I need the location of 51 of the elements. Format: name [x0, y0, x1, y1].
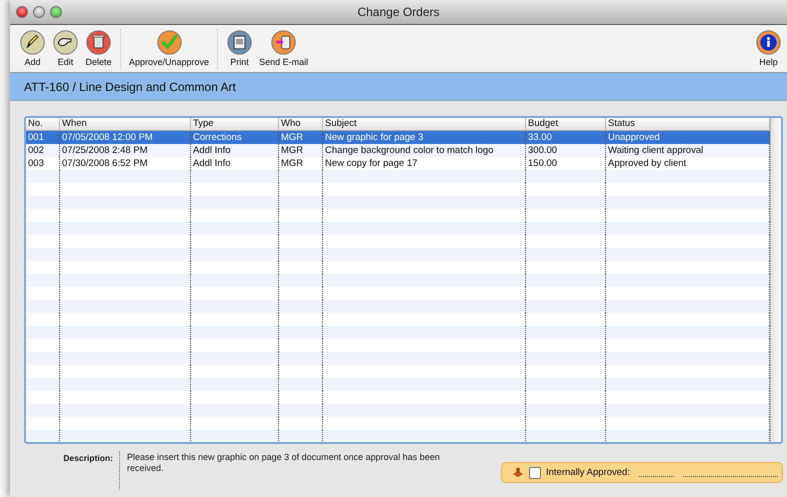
close-button[interactable]	[16, 6, 28, 18]
table-cell: 33.00	[526, 131, 606, 144]
column-header[interactable]: Type	[191, 118, 279, 131]
table-cell: MGR	[279, 131, 323, 144]
column-header[interactable]: Status	[606, 118, 770, 131]
table-cell: New copy for page 17	[323, 157, 526, 170]
toolbar-button[interactable]: Add	[16, 29, 49, 67]
toolbar-button[interactable]: Edit	[49, 29, 82, 67]
table-cell: Addl Info	[191, 144, 279, 157]
checkbox-label: Internally Approved:	[546, 467, 630, 478]
table-cell: Corrections	[191, 131, 279, 144]
printer-icon	[226, 29, 254, 56]
checkmark-icon	[156, 29, 183, 56]
checkbox[interactable]	[529, 466, 541, 478]
toolbar-button[interactable]: Print	[223, 29, 256, 67]
table-cell: 150.00	[526, 157, 606, 170]
table-cell: 002	[26, 144, 60, 157]
table-cell: MGR	[279, 157, 323, 170]
toolbar-button[interactable]: Send E-mail	[256, 29, 312, 67]
table-cell: 07/25/2008 2:48 PM	[60, 144, 191, 157]
table-cell: 300.00	[526, 144, 606, 157]
column-header[interactable]: Who	[279, 118, 323, 131]
column-header[interactable]: When	[60, 118, 191, 131]
hand-icon	[52, 29, 79, 56]
table-cell: New graphic for page 3	[323, 131, 526, 144]
table-cell: Waiting client approval	[606, 144, 770, 157]
column-header[interactable]: Budget	[526, 118, 606, 131]
table-cell: 07/30/2008 6:52 PM	[60, 157, 191, 170]
record-title: ATT-160 / Line Design and Common Art	[24, 80, 236, 94]
table-cell: MGR	[279, 144, 323, 157]
field-label: Description:	[62, 453, 114, 463]
table-cell: Addl Info	[191, 157, 279, 170]
window-title: Change Orders	[357, 5, 440, 19]
toolbar-button[interactable]: Help	[752, 29, 785, 67]
table-cell: 07/05/2008 12:00 PM	[60, 131, 191, 144]
table-cell: 001	[26, 131, 60, 144]
column-header[interactable]: Subject	[323, 118, 526, 131]
toolbar-button[interactable]: Approve/Unapprove	[126, 29, 212, 67]
zoom-button[interactable]	[50, 6, 62, 18]
table-cell: Approved by client	[606, 157, 770, 170]
table-cell: Unapproved	[606, 131, 770, 144]
minimize-button[interactable]	[33, 6, 45, 18]
table-cell: 003	[26, 157, 60, 170]
info-icon	[755, 29, 782, 56]
table-cell: Change background color to match logo	[323, 144, 526, 157]
column-header[interactable]: No.	[26, 118, 60, 131]
description-text: Please insert this new graphic on page 3 of document once approval has been received.	[119, 451, 472, 490]
toolbar-button[interactable]: Delete	[82, 29, 115, 67]
pencil-icon	[19, 29, 46, 56]
send-mail-icon	[270, 29, 298, 56]
trash-icon	[85, 29, 112, 56]
